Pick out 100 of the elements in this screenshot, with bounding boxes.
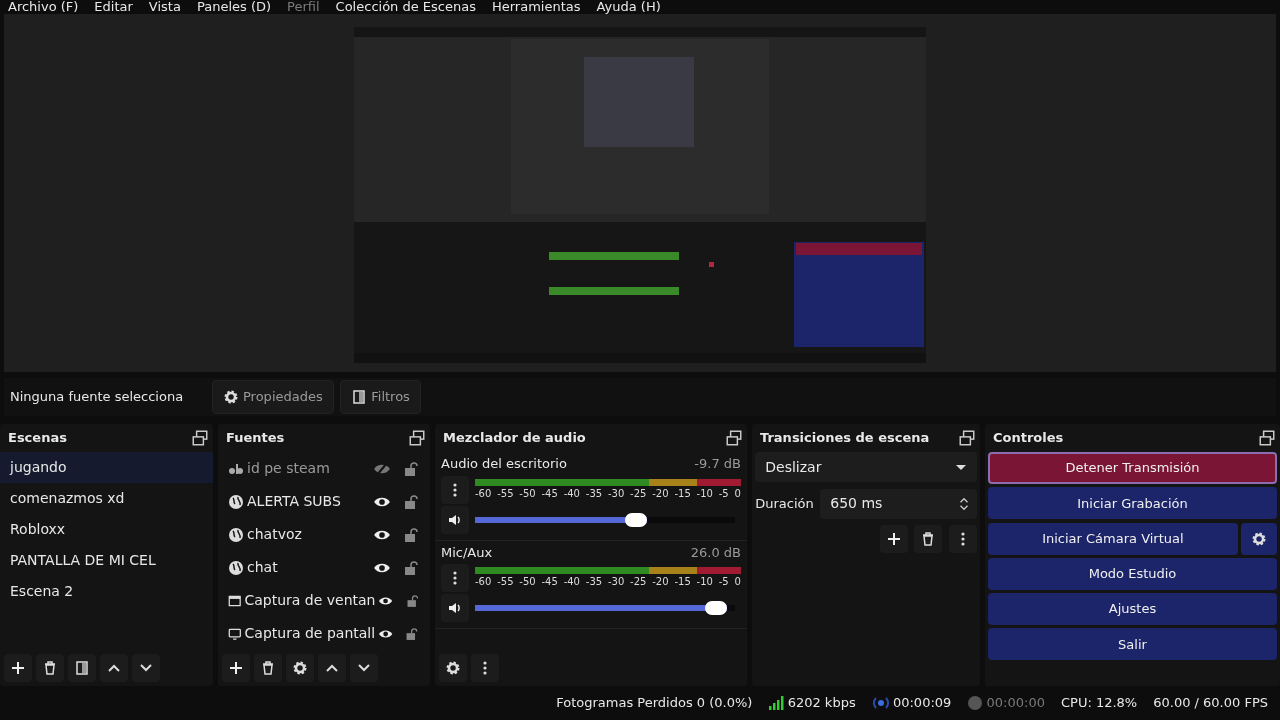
undock-icon[interactable]: [725, 429, 743, 447]
unlock-icon[interactable]: [402, 526, 418, 543]
slider-thumb[interactable]: [705, 601, 728, 615]
add-button[interactable]: [4, 654, 32, 682]
scale-label: -15: [674, 486, 691, 501]
dock-title: Transiciones de escena: [760, 429, 930, 448]
menu-item[interactable]: Archivo (F): [0, 1, 87, 13]
scale-label: -35: [585, 575, 603, 589]
control-button[interactable]: Iniciar Grabación: [988, 487, 1277, 520]
source-item[interactable]: chatvoz: [247, 524, 370, 545]
volume-reading: -9.7 dB: [694, 455, 741, 473]
bitrate: 6202 kbps: [787, 694, 856, 713]
source-item[interactable]: ALERTA SUBS: [247, 491, 370, 512]
plus-icon: [10, 660, 26, 676]
dock-title: Escenas: [8, 429, 67, 448]
globe-icon: [228, 493, 244, 510]
control-button[interactable]: Ajustes: [988, 593, 1277, 625]
menu-item[interactable]: Vista: [140, 1, 189, 13]
mixer-menu-button[interactable]: [471, 654, 499, 682]
scale-label: -5: [718, 486, 729, 501]
volume-reading: 26.0 dB: [690, 543, 741, 562]
kebab-icon: [453, 481, 457, 498]
unlock-icon[interactable]: [404, 625, 418, 642]
scene-item[interactable]: jugando: [0, 452, 213, 483]
mute-button[interactable]: [441, 594, 469, 622]
settings-icon: [445, 660, 461, 676]
audio-settings-button[interactable]: [439, 654, 467, 682]
move-down-button[interactable]: [132, 654, 160, 682]
add-button[interactable]: [222, 654, 250, 682]
duration-label: Duración: [755, 494, 814, 513]
scale-label: -45: [541, 575, 558, 589]
remove-button[interactable]: [254, 654, 282, 682]
scale-label: -60: [475, 575, 492, 589]
speaker-icon: [447, 600, 463, 616]
settings-icon: [292, 660, 308, 676]
scale-label: -60: [475, 486, 492, 501]
menu-item[interactable]: Paneles (D): [188, 1, 280, 13]
cpu-usage: CPU: 12.8%: [1060, 694, 1138, 713]
menu-item[interactable]: Ayuda (H): [588, 1, 669, 13]
scene-item[interactable]: comenazmos xd: [0, 483, 213, 514]
scale-label: -15: [674, 575, 691, 589]
duration-field[interactable]: 650 ms: [820, 488, 977, 519]
globe-icon: [228, 559, 244, 576]
menu-item[interactable]: Colección de Escenas: [327, 1, 484, 13]
move-up-button[interactable]: [100, 654, 128, 682]
scale-label: -10: [696, 575, 713, 589]
source-item[interactable]: id pe steam: [247, 458, 370, 479]
channel-name: Audio del escritorio: [441, 455, 567, 473]
channel-name: Mic/Aux: [441, 543, 493, 562]
channel-menu-button[interactable]: [441, 564, 469, 592]
menu-item[interactable]: Herramientas: [483, 1, 589, 13]
move-up-button[interactable]: [318, 654, 346, 682]
scale-label: 0: [734, 575, 741, 589]
unlock-icon[interactable]: [402, 559, 418, 576]
move-down-button[interactable]: [350, 654, 378, 682]
control-button[interactable]: Detener Transmisión: [988, 452, 1277, 484]
scale-label: -35: [585, 486, 603, 501]
menu-item[interactable]: Editar: [86, 1, 141, 13]
transition-menu-button[interactable]: [948, 525, 977, 553]
properties-button[interactable]: Propiedades: [212, 380, 334, 414]
unlock-icon[interactable]: [402, 493, 418, 510]
settings-button[interactable]: [1240, 522, 1277, 555]
control-button[interactable]: Salir: [988, 628, 1277, 661]
remove-button[interactable]: [914, 525, 943, 553]
slider-thumb[interactable]: [624, 512, 647, 527]
scene-item[interactable]: Escena 2: [0, 576, 213, 607]
scene-item[interactable]: PANTALLA DE MI CEL: [0, 545, 213, 576]
scale-label: -5: [718, 575, 729, 589]
dropped-frames: Fotogramas Perdidos 0 (0.0%): [556, 693, 753, 713]
undock-icon[interactable]: [1258, 429, 1276, 447]
properties-button[interactable]: [286, 654, 314, 682]
source-item[interactable]: chat: [247, 557, 370, 578]
kebab-icon: [960, 531, 965, 547]
undock-icon[interactable]: [408, 429, 426, 447]
add-button[interactable]: [879, 525, 908, 553]
settings-icon: [1250, 531, 1267, 548]
transition-dropdown[interactable]: Deslizar: [755, 452, 977, 482]
filters-button[interactable]: [68, 654, 96, 682]
filter-icon: [351, 389, 368, 405]
dock-title: Mezclador de audio: [443, 429, 586, 448]
mute-button[interactable]: [441, 505, 469, 534]
scale-label: -40: [563, 575, 580, 589]
source-item[interactable]: Captura de ventan: [244, 590, 376, 611]
settings-icon: [223, 389, 239, 405]
scale-label: -40: [563, 486, 580, 501]
undock-icon[interactable]: [958, 429, 976, 447]
kebab-icon: [483, 660, 487, 676]
filters-button[interactable]: Filtros: [340, 380, 421, 414]
source-item[interactable]: Captura de pantall: [244, 623, 376, 644]
scale-label: -45: [541, 486, 558, 501]
unlock-icon[interactable]: [402, 460, 418, 477]
trash-icon: [42, 660, 58, 676]
control-button[interactable]: Modo Estudio: [988, 557, 1277, 590]
selected-source-label: Ninguna fuente selecciona: [9, 388, 185, 407]
plus-icon: [885, 531, 902, 547]
control-button[interactable]: Iniciar Cámara Virtual: [988, 522, 1238, 555]
scene-item[interactable]: Robloxx: [0, 514, 213, 545]
undock-icon[interactable]: [191, 429, 209, 447]
frame-rate: 60.00 / 60.00 FPS: [1153, 694, 1268, 713]
remove-button[interactable]: [36, 654, 64, 682]
